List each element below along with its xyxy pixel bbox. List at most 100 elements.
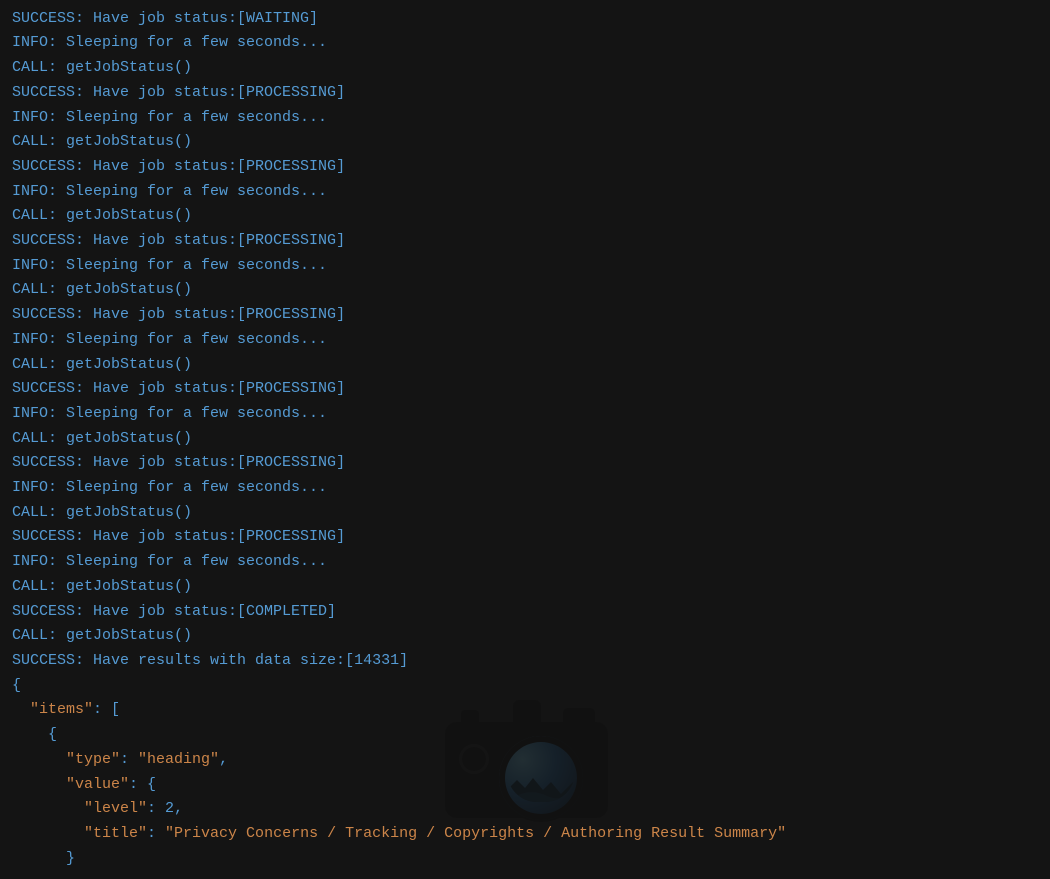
log-token: INFO: — [12, 109, 66, 126]
log-token: "Privacy Concerns / Tracking / Copyright… — [165, 825, 786, 842]
log-token: CALL: — [12, 578, 66, 595]
log-token: Sleeping for a few seconds... — [66, 553, 327, 570]
log-token: getJobStatus() — [66, 281, 192, 298]
log-token: } — [12, 850, 75, 867]
log-token: getJobStatus() — [66, 504, 192, 521]
log-token: CALL: — [12, 0, 66, 2]
log-token: Have job status: — [93, 232, 237, 249]
log-token: SUCCESS: — [12, 232, 93, 249]
log-line: INFO: Sleeping for a few seconds... — [12, 31, 1050, 56]
log-line: INFO: Sleeping for a few seconds... — [12, 106, 1050, 131]
log-line: CALL: getJobStatus() — [12, 204, 1050, 229]
log-line: SUCCESS: Have job status:[PROCESSING] — [12, 229, 1050, 254]
log-line: { — [12, 723, 1050, 748]
log-token: "value" — [12, 776, 129, 793]
log-token: CALL: — [12, 207, 66, 224]
log-token: CALL: — [12, 504, 66, 521]
log-token: Sleeping for a few seconds... — [66, 331, 327, 348]
log-token: : { — [129, 776, 156, 793]
log-token: Have results with data size: — [93, 652, 345, 669]
log-token: [PROCESSING] — [237, 380, 345, 397]
log-line: INFO: Sleeping for a few seconds... — [12, 254, 1050, 279]
log-line: SUCCESS: Have job status:[PROCESSING] — [12, 377, 1050, 402]
log-token: : [ — [93, 701, 120, 718]
log-token: CALL: — [12, 59, 66, 76]
log-token: Have job status: — [93, 158, 237, 175]
log-token: [PROCESSING] — [237, 454, 345, 471]
log-token: [14331] — [345, 652, 408, 669]
log-token: "level" — [12, 800, 147, 817]
log-token: INFO: — [12, 34, 66, 51]
log-token: Sleeping for a few seconds... — [66, 183, 327, 200]
log-token: : — [147, 800, 165, 817]
log-token: SUCCESS: — [12, 528, 93, 545]
log-token: INFO: — [12, 479, 66, 496]
log-token: CALL: — [12, 430, 66, 447]
log-token: Sleeping for a few seconds... — [66, 405, 327, 422]
log-line: CALL: getJobStatus() — [12, 130, 1050, 155]
log-token: Sleeping for a few seconds... — [66, 34, 327, 51]
log-token: Have job status: — [93, 380, 237, 397]
log-line: SUCCESS: Have job status:[COMPLETED] — [12, 600, 1050, 625]
log-line: INFO: Sleeping for a few seconds... — [12, 550, 1050, 575]
log-line: CALL: getJobStatus() — [12, 278, 1050, 303]
log-line: CALL: getJobStatus() — [12, 353, 1050, 378]
log-token: , — [174, 800, 183, 817]
log-line: CALL: getJobStatus() — [12, 624, 1050, 649]
log-line: { — [12, 674, 1050, 699]
log-token: { — [12, 726, 57, 743]
log-token: SUCCESS: — [12, 603, 93, 620]
log-line: CALL: getJobStatus() — [12, 56, 1050, 81]
log-token: [PROCESSING] — [237, 306, 345, 323]
log-token: Have job status: — [93, 528, 237, 545]
log-token: getJobStatus() — [66, 578, 192, 595]
log-token: getJobStatus() — [66, 430, 192, 447]
log-line: } — [12, 847, 1050, 872]
log-token: { — [12, 677, 21, 694]
log-token: [PROCESSING] — [237, 158, 345, 175]
log-token: Sleeping for a few seconds... — [66, 257, 327, 274]
log-token: getJobStatus() — [66, 356, 192, 373]
log-line: SUCCESS: Have job status:[PROCESSING] — [12, 155, 1050, 180]
log-line: "type": "heading", — [12, 748, 1050, 773]
log-token: getJobStatus() — [66, 627, 192, 644]
log-token: Have job status: — [93, 10, 237, 27]
log-token: [PROCESSING] — [237, 84, 345, 101]
log-token: CALL: — [12, 627, 66, 644]
log-line: INFO: Sleeping for a few seconds... — [12, 180, 1050, 205]
log-token: CALL: — [12, 281, 66, 298]
log-token: INFO: — [12, 183, 66, 200]
log-token: SUCCESS: — [12, 84, 93, 101]
log-token: getJobStatus() — [66, 59, 192, 76]
log-line: "title": "Privacy Concerns / Tracking / … — [12, 822, 1050, 847]
log-token: Have job status: — [93, 306, 237, 323]
log-token: [WAITING] — [237, 10, 318, 27]
log-line: "value": { — [12, 773, 1050, 798]
log-line: CALL: getJobStatus() — [12, 0, 1050, 7]
log-token: SUCCESS: — [12, 454, 93, 471]
terminal-output[interactable]: CALL: getJobStatus()SUCCESS: Have job st… — [0, 0, 1050, 871]
log-token: INFO: — [12, 257, 66, 274]
log-token: SUCCESS: — [12, 652, 93, 669]
log-token: "items" — [12, 701, 93, 718]
log-token: 2 — [165, 800, 174, 817]
log-line: SUCCESS: Have job status:[PROCESSING] — [12, 525, 1050, 550]
log-token: INFO: — [12, 553, 66, 570]
log-line: SUCCESS: Have job status:[PROCESSING] — [12, 451, 1050, 476]
log-line: SUCCESS: Have job status:[WAITING] — [12, 7, 1050, 32]
log-token: Have job status: — [93, 454, 237, 471]
log-token: getJobStatus() — [66, 207, 192, 224]
log-token: Have job status: — [93, 84, 237, 101]
log-token: CALL: — [12, 133, 66, 150]
log-line: CALL: getJobStatus() — [12, 575, 1050, 600]
log-token: [PROCESSING] — [237, 232, 345, 249]
log-token: INFO: — [12, 331, 66, 348]
log-token: SUCCESS: — [12, 158, 93, 175]
log-token: [PROCESSING] — [237, 528, 345, 545]
log-token: INFO: — [12, 405, 66, 422]
log-token: "type" — [12, 751, 120, 768]
log-token: getJobStatus() — [66, 133, 192, 150]
log-line: SUCCESS: Have job status:[PROCESSING] — [12, 303, 1050, 328]
log-token: "title" — [12, 825, 147, 842]
log-line: CALL: getJobStatus() — [12, 427, 1050, 452]
